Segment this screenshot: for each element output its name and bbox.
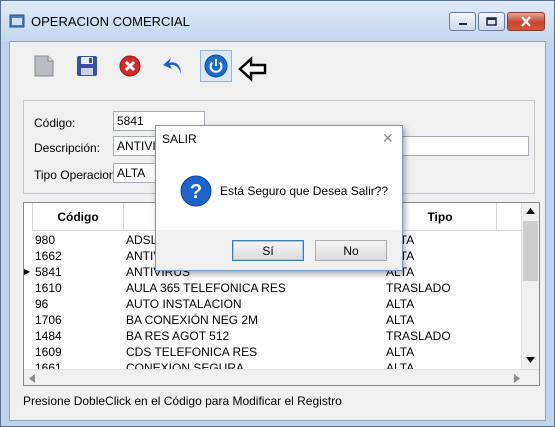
scroll-up-icon[interactable] [526,208,535,214]
horizontal-scrollbar[interactable] [24,369,539,385]
cell-tipo[interactable]: ALTA [386,312,496,328]
table-row[interactable]: 1609 CDS TELEFONICA RES ALTA [24,344,521,360]
dialog-close-icon[interactable]: ✕ [382,130,394,147]
cell-codigo[interactable]: 1610 [35,280,123,296]
cell-descripcion[interactable]: BA CONEXIÓN NEG 2M [126,312,382,328]
cell-tipo[interactable]: TRASLADO [386,328,496,344]
svg-text:?: ? [190,181,202,203]
cell-codigo[interactable]: 1706 [35,312,123,328]
main-window: OPERACION COMERCIAL Código: 5841 Descrip… [0,0,555,427]
new-record-button[interactable] [28,50,60,82]
cell-codigo[interactable]: 1484 [35,328,123,344]
cell-tipo[interactable]: ALTA [386,344,496,360]
table-row[interactable]: 1610 AULA 365 TELEFONICA RES TRASLADO [24,280,521,296]
delete-x-icon [119,55,141,77]
exit-confirm-dialog: SALIR ✕ ? Está Seguro que Desea Salir?? … [155,125,403,271]
yes-button[interactable]: Sí [232,240,304,261]
tipo-operacion-label: Tipo Operacion [34,168,116,182]
cell-codigo[interactable]: 1609 [35,344,123,360]
scroll-right-icon[interactable] [514,374,520,383]
table-row[interactable]: 1484 BA RES AGOT 512 TRASLADO [24,328,521,344]
question-icon: ? [180,175,212,207]
minimize-icon [458,22,467,25]
vertical-scroll-thumb[interactable] [523,221,538,281]
status-hint: Presione DobleClick en el Código para Mo… [23,394,342,408]
table-row[interactable]: 96 AUTO INSTALACION ALTA [24,296,521,312]
descripcion-label: Descripción: [34,141,101,155]
table-row[interactable]: 1706 BA CONEXIÓN NEG 2M ALTA [24,312,521,328]
cell-descripcion[interactable]: AULA 365 TELEFONICA RES [126,280,382,296]
title-bar[interactable]: OPERACION COMERCIAL [1,1,554,41]
cell-descripcion[interactable]: CDS TELEFONICA RES [126,344,382,360]
row-selector-header [24,203,33,231]
cell-codigo[interactable]: 1662 [35,248,123,264]
close-window-button[interactable] [507,12,545,31]
vertical-scrollbar[interactable] [521,203,539,369]
scroll-left-icon[interactable] [29,374,35,383]
cell-codigo[interactable]: 96 [35,296,123,312]
arrow-pointer-icon [238,56,267,82]
scroll-down-icon[interactable] [526,357,535,363]
new-document-icon [34,55,54,77]
undo-button[interactable] [157,50,189,82]
cell-codigo[interactable]: 5841 [35,264,123,280]
cell-descripcion[interactable]: BA RES AGOT 512 [126,328,382,344]
cell-tipo[interactable]: ALTA [386,296,496,312]
save-button[interactable] [71,50,103,82]
codigo-label: Código: [34,116,76,130]
current-row-indicator-icon: ▶ [24,267,31,276]
minimize-button[interactable] [449,12,476,31]
dialog-footer: Sí No [156,230,402,270]
app-icon [9,14,25,28]
no-button[interactable]: No [315,240,387,261]
exit-button[interactable] [200,50,232,82]
delete-button[interactable] [114,50,146,82]
dialog-title: SALIR [162,132,197,146]
power-icon [204,54,228,78]
undo-arrow-icon [163,58,181,74]
cell-descripcion[interactable]: AUTO INSTALACION [126,296,382,312]
cell-tipo[interactable]: TRASLADO [386,280,496,296]
maximize-icon [486,17,497,26]
cell-codigo[interactable]: 980 [35,232,123,248]
column-header-codigo[interactable]: Código [33,203,124,231]
close-icon [521,16,531,27]
dialog-message: Está Seguro que Desea Salir?? [220,184,389,198]
maximize-button[interactable] [478,12,505,31]
window-title: OPERACION COMERCIAL [31,14,190,29]
save-floppy-icon [77,56,97,76]
